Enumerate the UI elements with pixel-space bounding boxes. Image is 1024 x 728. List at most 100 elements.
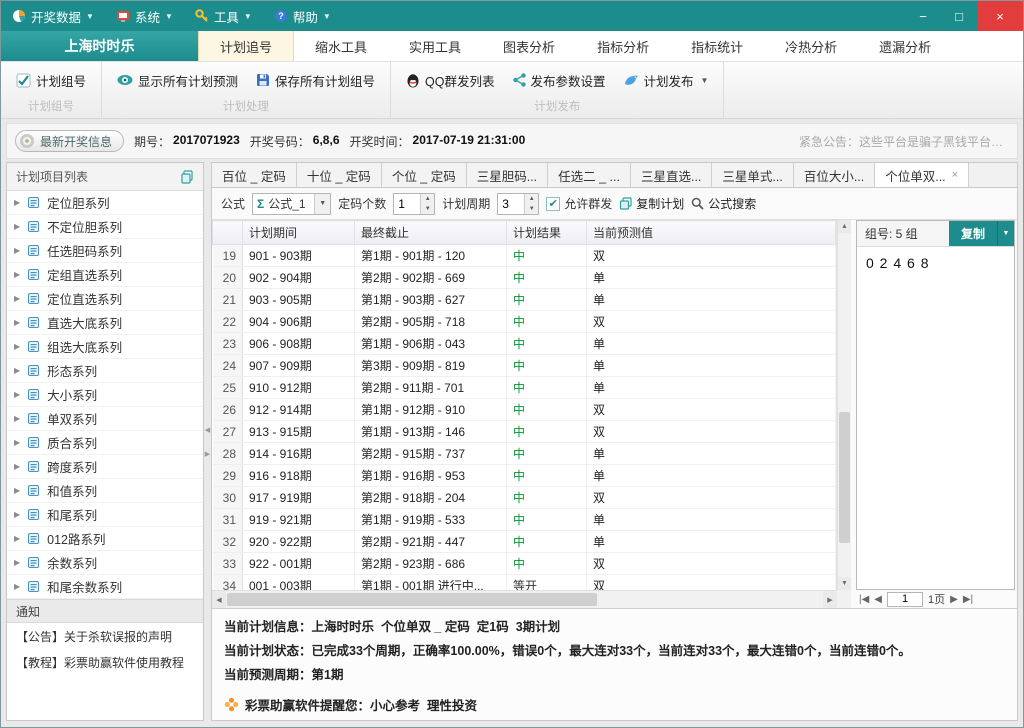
module-tab[interactable]: 遗漏分析 <box>858 31 952 61</box>
menu-system[interactable]: 系统 ▼ <box>105 1 184 31</box>
table-row[interactable]: 21 903 - 905期 第1期 - 903期 - 627 中 单 <box>213 289 836 311</box>
chevron-down-icon[interactable]: ▼ <box>314 194 330 214</box>
table-row[interactable]: 34 001 - 003期 第1期 - 001期 进行中... 等开 双 <box>213 575 836 591</box>
qq-group-list-button[interactable]: QQ群发列表 <box>399 66 501 95</box>
minimize-button[interactable]: − <box>905 1 941 31</box>
collapse-left-icon[interactable]: ◀ <box>205 426 210 434</box>
tab-close-icon[interactable]: × <box>952 169 958 181</box>
spin-up-icon[interactable]: ▲ <box>421 194 434 204</box>
formula-search-button[interactable]: 公式搜索 <box>691 195 756 212</box>
module-tab[interactable]: 实用工具 <box>388 31 482 61</box>
sidebar-series-item[interactable]: ▶ 和尾系列 <box>7 503 203 527</box>
plan-tab[interactable]: 百位 _ 定码 × <box>212 163 297 187</box>
maximize-button[interactable]: □ <box>941 1 977 31</box>
page-number-input[interactable] <box>887 592 923 607</box>
scroll-down-icon[interactable]: ▼ <box>838 577 851 590</box>
table-row[interactable]: 20 902 - 904期 第2期 - 902期 - 669 中 单 <box>213 267 836 289</box>
code-count-input[interactable] <box>394 194 420 214</box>
table-row[interactable]: 27 913 - 915期 第1期 - 913期 - 146 中 双 <box>213 421 836 443</box>
col-header-period[interactable]: 计划期间 <box>243 221 355 245</box>
plan-tab[interactable]: 百位大小... × <box>794 163 875 187</box>
plan-tab[interactable]: 三星胆码... × <box>467 163 548 187</box>
checkbox-checked-icon[interactable]: ✔ <box>546 197 560 211</box>
table-row[interactable]: 30 917 - 919期 第2期 - 918期 - 204 中 双 <box>213 487 836 509</box>
page-next-button[interactable]: ▶ <box>950 594 958 605</box>
table-row[interactable]: 22 904 - 906期 第2期 - 905期 - 718 中 双 <box>213 311 836 333</box>
save-all-groups-button[interactable]: 保存所有计划组号 <box>249 66 382 95</box>
table-horizontal-scrollbar[interactable]: ◀ ▶ <box>212 590 837 608</box>
vscroll-thumb[interactable] <box>839 412 850 543</box>
module-tab[interactable]: 指标统计 <box>670 31 764 61</box>
scroll-right-icon[interactable]: ▶ <box>823 591 837 608</box>
latest-draw-info-button[interactable]: 最新开奖信息 <box>15 130 124 152</box>
plan-publish-button[interactable]: 计划发布 ▼ <box>617 66 716 95</box>
product-tab[interactable]: 上海时时乐 <box>1 31 198 61</box>
module-tab[interactable]: 指标分析 <box>576 31 670 61</box>
plan-tab[interactable]: 三星单式... × <box>712 163 793 187</box>
table-row[interactable]: 32 920 - 922期 第2期 - 921期 - 447 中 单 <box>213 531 836 553</box>
sidebar-series-item[interactable]: ▶ 大小系列 <box>7 383 203 407</box>
sidebar-series-item[interactable]: ▶ 和值系列 <box>7 479 203 503</box>
notice-item[interactable]: 【公告】关于杀软误报的声明 <box>7 623 203 649</box>
sidebar-series-item[interactable]: ▶ 定位胆系列 <box>7 191 203 215</box>
module-tab[interactable]: 计划追号 <box>198 31 294 61</box>
table-vertical-scrollbar[interactable]: ▲ ▼ <box>837 220 851 590</box>
sidebar-series-item[interactable]: ▶ 形态系列 <box>7 359 203 383</box>
plan-tab[interactable]: 任选二 _ ... × <box>548 163 631 187</box>
hscroll-thumb[interactable] <box>227 593 597 606</box>
plan-group-number-button[interactable]: 计划组号 <box>9 66 93 95</box>
table-row[interactable]: 23 906 - 908期 第1期 - 906期 - 043 中 单 <box>213 333 836 355</box>
menu-tools[interactable]: 工具 ▼ <box>184 1 263 31</box>
table-row[interactable]: 26 912 - 914期 第1期 - 912期 - 910 中 双 <box>213 399 836 421</box>
page-last-button[interactable]: ▶| <box>963 594 973 605</box>
menu-lottery-data[interactable]: 开奖数据 ▼ <box>1 1 105 31</box>
chevron-down-icon[interactable]: ▼ <box>997 221 1014 246</box>
plan-cycle-stepper[interactable]: ▲ ▼ <box>497 193 539 215</box>
collapse-right-icon[interactable]: ▶ <box>205 450 210 458</box>
page-first-button[interactable]: |◀ <box>859 594 869 605</box>
module-tab[interactable]: 图表分析 <box>482 31 576 61</box>
table-row[interactable]: 24 907 - 909期 第3期 - 909期 - 819 中 单 <box>213 355 836 377</box>
copy-plan-button[interactable]: 复制计划 <box>619 195 684 212</box>
table-row[interactable]: 25 910 - 912期 第2期 - 911期 - 701 中 单 <box>213 377 836 399</box>
sidebar-series-item[interactable]: ▶ 定组直选系列 <box>7 263 203 287</box>
copy-pages-icon[interactable] <box>180 170 194 184</box>
sidebar-series-item[interactable]: ▶ 012路系列 <box>7 527 203 551</box>
col-header-no[interactable] <box>213 221 243 245</box>
allow-group-send-checkbox[interactable]: ✔ 允许群发 <box>546 195 612 212</box>
show-all-predictions-button[interactable]: 显示所有计划预测 <box>110 66 245 95</box>
sidebar-series-item[interactable]: ▶ 组选大底系列 <box>7 335 203 359</box>
col-header-prediction[interactable]: 当前预测值 <box>587 221 836 245</box>
scroll-up-icon[interactable]: ▲ <box>838 220 851 233</box>
menu-help[interactable]: ? 帮助 ▼ <box>263 1 342 31</box>
page-prev-button[interactable]: ◀ <box>874 594 882 605</box>
formula-select[interactable]: Σ 公式_1 ▼ <box>252 193 331 215</box>
table-row[interactable]: 28 914 - 916期 第2期 - 915期 - 737 中 单 <box>213 443 836 465</box>
plan-tab[interactable]: 三星直选... × <box>631 163 712 187</box>
table-row[interactable]: 33 922 - 001期 第2期 - 923期 - 686 中 双 <box>213 553 836 575</box>
spin-down-icon[interactable]: ▼ <box>525 204 538 214</box>
module-tab[interactable]: 冷热分析 <box>764 31 858 61</box>
publish-settings-button[interactable]: 发布参数设置 <box>506 66 613 95</box>
code-count-stepper[interactable]: ▲ ▼ <box>393 193 435 215</box>
copy-groups-button[interactable]: 复制 ▼ <box>949 221 1014 246</box>
spin-down-icon[interactable]: ▼ <box>421 204 434 214</box>
table-row[interactable]: 29 916 - 918期 第1期 - 916期 - 953 中 单 <box>213 465 836 487</box>
plan-cycle-input[interactable] <box>498 194 524 214</box>
sidebar-series-item[interactable]: ▶ 和尾余数系列 <box>7 575 203 599</box>
plan-tab[interactable]: 个位单双... × <box>875 163 969 187</box>
module-tab[interactable]: 缩水工具 <box>294 31 388 61</box>
close-button[interactable]: × <box>977 1 1023 31</box>
group-numbers-output[interactable]: 0 2 4 6 8 <box>857 247 1014 589</box>
sidebar-series-item[interactable]: ▶ 定位直选系列 <box>7 287 203 311</box>
plan-tab[interactable]: 个位 _ 定码 × <box>382 163 467 187</box>
notice-item[interactable]: 【教程】彩票助赢软件使用教程 <box>7 649 203 675</box>
sidebar-series-item[interactable]: ▶ 质合系列 <box>7 431 203 455</box>
col-header-result[interactable]: 计划结果 <box>507 221 587 245</box>
sidebar-splitter[interactable]: ◀ ▶ <box>204 162 211 721</box>
plan-tab[interactable]: 十位 _ 定码 × <box>297 163 382 187</box>
col-header-deadline[interactable]: 最终截止 <box>355 221 507 245</box>
table-row[interactable]: 31 919 - 921期 第1期 - 919期 - 533 中 单 <box>213 509 836 531</box>
scroll-left-icon[interactable]: ◀ <box>212 591 226 608</box>
sidebar-series-item[interactable]: ▶ 余数系列 <box>7 551 203 575</box>
